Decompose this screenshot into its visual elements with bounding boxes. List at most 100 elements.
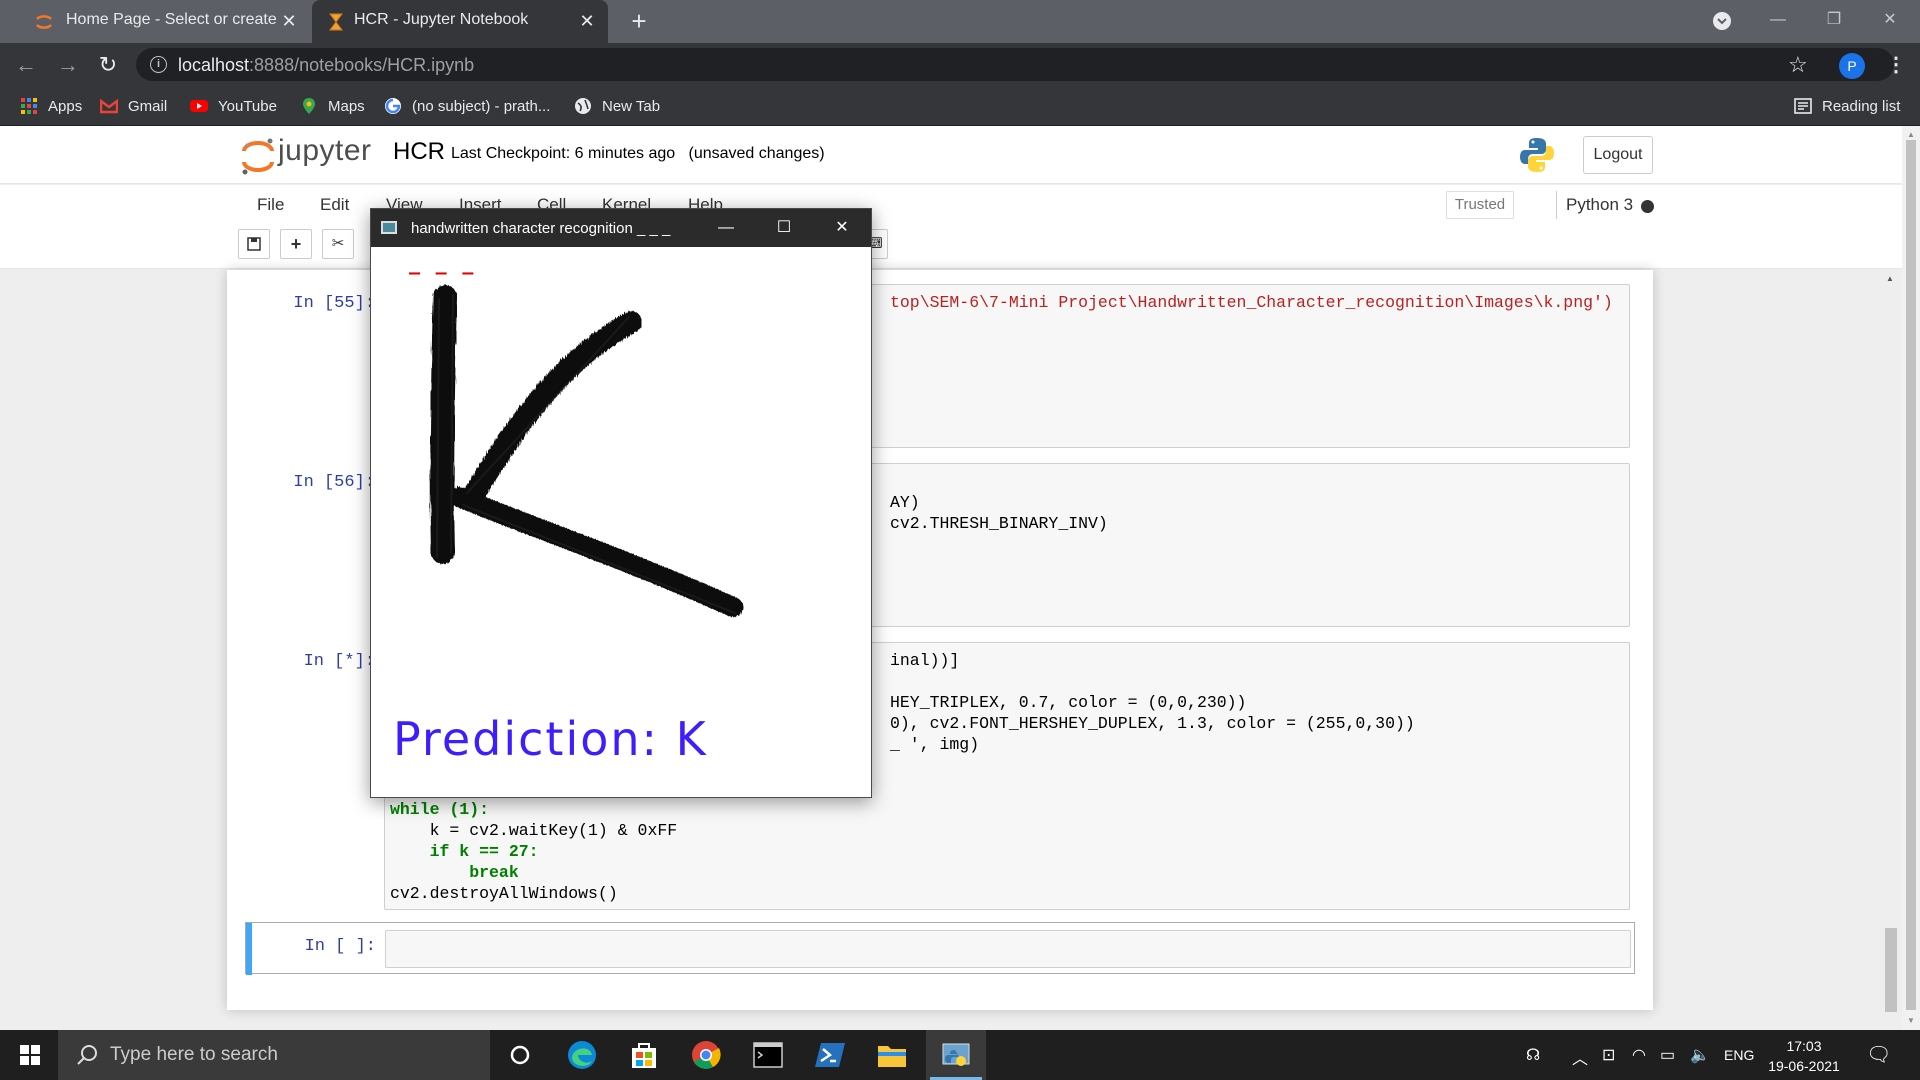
code-line: cv2.THRESH_BINARY_INV)	[890, 514, 1108, 533]
page-scrollbar[interactable]: ▲ ▼	[1902, 126, 1920, 1030]
opencv-window[interactable]: handwritten character recognition _ _ _ …	[370, 208, 872, 798]
menu-file[interactable]: File	[257, 195, 284, 215]
close-window-icon[interactable]: ✕	[1862, 0, 1918, 43]
bookmark-label: New Tab	[602, 97, 661, 115]
chrome-app[interactable]	[676, 1030, 736, 1080]
tab-hcr-notebook[interactable]: HCR - Jupyter Notebook ✕	[312, 0, 608, 43]
taskbar-search-box[interactable]: Type here to search	[58, 1030, 490, 1080]
bookmark-no-subject[interactable]: (no subject) - prath...	[384, 94, 550, 118]
save-button[interactable]	[238, 229, 270, 259]
volume-icon[interactable]: 🔈	[1690, 1045, 1710, 1065]
edge-app[interactable]	[552, 1030, 612, 1080]
restore-icon[interactable]: ❐	[1806, 0, 1862, 43]
code-line: if k == 27:	[390, 842, 539, 861]
code-line: while (1):	[390, 800, 490, 819]
bookmark-youtube[interactable]: YouTube	[190, 94, 277, 118]
search-placeholder: Type here to search	[110, 1044, 278, 1065]
input-language[interactable]: ENG	[1724, 1047, 1754, 1063]
kernel-busy-indicator	[1641, 200, 1654, 213]
wifi-icon[interactable]: ◠	[1632, 1045, 1646, 1065]
prediction-canvas: _ _ _ Prediction: K	[393, 250, 743, 766]
bookmark-star-icon[interactable]: ☆	[1788, 52, 1808, 78]
windows-logo-icon	[20, 1045, 40, 1065]
bookmark-new-tab[interactable]: New Tab	[574, 94, 660, 118]
kebab-menu-icon[interactable]: ⋮	[1886, 52, 1906, 77]
code-line: k = cv2.waitKey(1) & 0xFF	[390, 821, 678, 840]
scroll-up-icon[interactable]: ▲	[1886, 274, 1894, 283]
powershell-app[interactable]	[800, 1030, 860, 1080]
bookmark-label: (no subject) - prath...	[412, 97, 551, 115]
selected-cell[interactable]: In [ ]:	[245, 922, 1635, 975]
system-clock[interactable]: 17:03 19-06-2021	[1762, 1036, 1846, 1076]
notebook-name[interactable]: HCR	[393, 138, 445, 166]
close-icon[interactable]: ✕	[278, 10, 300, 32]
maximize-icon[interactable]: ☐	[755, 209, 813, 247]
jupyter-logo-icon[interactable]	[240, 136, 276, 176]
terminal-app[interactable]	[738, 1030, 798, 1080]
menu-edit[interactable]: Edit	[320, 195, 349, 215]
insert-cell-button[interactable]: +	[280, 229, 312, 259]
bookmark-gmail[interactable]: Gmail	[100, 94, 167, 118]
apps-grid-icon	[21, 98, 37, 114]
start-button[interactable]	[0, 1030, 58, 1080]
scrollbar-thumb[interactable]	[1885, 928, 1897, 1012]
jupyter-page: jupyter HCR Last Checkpoint: 6 minutes a…	[0, 126, 1902, 1030]
reload-icon[interactable]: ↻	[94, 51, 122, 79]
reading-list-button[interactable]: Reading list	[1794, 94, 1900, 118]
bookmark-apps[interactable]: Apps	[20, 94, 82, 118]
cortana-button[interactable]	[490, 1030, 550, 1080]
scroll-down-icon[interactable]: ▼	[1907, 1016, 1915, 1025]
notebook-scrollbar[interactable]: ▲	[1882, 270, 1900, 1030]
code-line: top\SEM-6\7-Mini Project\Handwritten_Cha…	[890, 293, 1613, 312]
jupyter-wordmark[interactable]: jupyter	[278, 134, 372, 168]
code-line: 0), cv2.FONT_HERSHEY_DUPLEX, 1.3, color …	[890, 714, 1415, 733]
reading-list-icon	[1794, 98, 1812, 114]
address-bar[interactable]: i localhost:8888/notebooks/HCR.ipynb	[136, 48, 1894, 81]
tab-title: Home Page - Select or create a n	[66, 11, 278, 28]
cut-cell-button[interactable]: ✂	[322, 229, 354, 259]
notifications-icon[interactable]: 🗨	[1866, 1042, 1891, 1067]
close-icon[interactable]: ✕	[576, 10, 598, 32]
google-icon	[385, 98, 401, 114]
back-arrow-icon[interactable]: ←	[12, 51, 40, 79]
python-app[interactable]	[926, 1030, 986, 1080]
minimize-icon[interactable]: —	[1750, 0, 1806, 43]
cell-input[interactable]	[385, 930, 1631, 968]
meet-now-icon[interactable]: ⊡	[1602, 1045, 1615, 1065]
jupyter-header: jupyter HCR Last Checkpoint: 6 minutes a…	[0, 126, 1902, 184]
scroll-up-icon[interactable]: ▲	[1907, 130, 1915, 139]
tab-title: HCR - Jupyter Notebook	[354, 11, 529, 28]
code-line: AY)	[890, 493, 920, 512]
autosave-status: (unsaved changes)	[688, 145, 825, 162]
new-tab-button[interactable]: +	[625, 8, 653, 36]
python-logo-icon	[1520, 138, 1554, 172]
scrollbar-thumb[interactable]	[1906, 140, 1916, 1010]
forward-arrow-icon[interactable]: →	[54, 51, 82, 79]
tab-home-page[interactable]: Home Page - Select or create a n ✕	[10, 0, 310, 43]
store-app[interactable]	[614, 1030, 674, 1080]
logout-button[interactable]: Logout	[1583, 136, 1653, 174]
battery-icon[interactable]: ▭	[1660, 1045, 1675, 1065]
file-explorer-app[interactable]	[862, 1030, 922, 1080]
url-text[interactable]: localhost:8888/notebooks/HCR.ipynb	[178, 55, 474, 76]
notebook-toolbar: + ✂ ⌨	[0, 225, 1902, 269]
close-icon[interactable]: ✕	[813, 209, 871, 247]
show-hidden-icons-chevron-up-icon[interactable]: ︿	[1572, 1045, 1588, 1069]
chrome-icon	[692, 1041, 721, 1069]
browser-tab-strip: Home Page - Select or create a n ✕ HCR -…	[0, 0, 1920, 43]
site-info-icon[interactable]: i	[150, 56, 167, 73]
plus-icon: +	[290, 234, 302, 254]
profile-avatar[interactable]: P	[1839, 53, 1865, 79]
minimize-icon[interactable]: —	[697, 209, 755, 247]
divider	[1556, 191, 1557, 219]
trusted-indicator[interactable]: Trusted	[1446, 191, 1514, 219]
bookmark-maps[interactable]: Maps	[300, 94, 365, 118]
tab-search-icon[interactable]	[1694, 0, 1750, 43]
code-line: cv2.destroyAllWindows()	[390, 884, 618, 903]
bookmark-label: Gmail	[128, 97, 168, 115]
people-icon[interactable]: ☊	[1526, 1045, 1540, 1065]
window-app-icon	[381, 221, 397, 234]
window-titlebar[interactable]: handwritten character recognition _ _ _ …	[371, 209, 871, 247]
kernel-name[interactable]: Python 3	[1566, 195, 1633, 215]
folder-icon	[878, 1046, 906, 1067]
